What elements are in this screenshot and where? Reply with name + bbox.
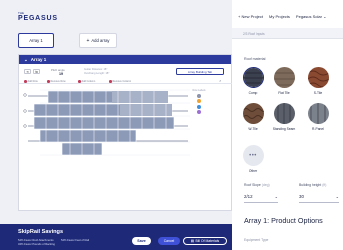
material-s-tile-label: S-Tile	[313, 91, 323, 95]
save-button[interactable]: Save	[132, 237, 151, 245]
material-r-panel-label: R-Panel	[312, 127, 324, 131]
building-height-unit: (ft)	[322, 183, 327, 187]
standing-seam-icon	[273, 103, 295, 124]
account-menu[interactable]: Pegasus Solar ⌄	[296, 14, 327, 19]
account-name: Pegasus Solar	[295, 14, 322, 19]
material-other-label: Other	[248, 169, 258, 173]
chevron-down-icon: ⌄	[323, 14, 327, 19]
material-comp[interactable]: Comp	[240, 67, 266, 95]
material-r-panel[interactable]: R-Panel	[305, 103, 331, 131]
roof-slope-unit: (deg)	[261, 183, 270, 187]
editor-pane: THE PEGASUS Array 1 + Add array ⌄ Array …	[0, 0, 233, 250]
row-legend: Row Labels	[190, 89, 208, 114]
legend-row-1[interactable]	[197, 93, 201, 98]
equipment-type-label: Equipment Type	[244, 238, 269, 242]
r-panel-icon	[307, 103, 329, 124]
legend-row-2[interactable]	[197, 99, 201, 103]
material-w-tile[interactable]: W-Tile	[240, 103, 266, 131]
legend-row-4[interactable]	[197, 110, 201, 114]
material-flat-tile[interactable]: Flat Tile	[271, 67, 297, 95]
document-icon: ▤	[190, 239, 194, 243]
material-flat-tile-label: Flat Tile	[278, 91, 290, 95]
roof-material-label: Roof material	[244, 57, 266, 61]
roof-inputs-tab[interactable]: 2/3 Roof Inputs	[232, 28, 343, 39]
building-height-select[interactable]: 30 ⌄	[299, 191, 339, 203]
new-project-link[interactable]: + New Project	[238, 14, 263, 19]
savings-racking: 34% Fewer Pounds of Racking	[18, 242, 55, 246]
cancel-button[interactable]: Cancel	[158, 237, 180, 245]
roof-slope-text: Roof Slope	[244, 183, 261, 187]
new-project-label: New Project	[241, 14, 264, 19]
roof-slope-value: 2/12	[244, 194, 253, 199]
more-icon: •••	[242, 145, 264, 166]
legend-row-3[interactable]	[197, 104, 201, 109]
flat-tile-icon	[273, 67, 295, 88]
product-options-title: Array 1: Product Options	[244, 216, 323, 225]
s-tile-icon	[307, 67, 329, 88]
savings-rail: 54% Fewer Feet of Rail	[61, 239, 90, 242]
w-tile-icon	[242, 103, 264, 124]
roof-inputs-label: 2/3 Roof Inputs	[243, 32, 265, 36]
building-height-label: Building height (ft)	[299, 183, 326, 187]
top-navigation: + New Project My Projects Pegasus Solar …	[238, 14, 326, 19]
building-height-text: Building height	[299, 183, 322, 187]
material-other[interactable]: ••• Other	[240, 145, 266, 173]
savings-title: SkipRail Savings	[18, 229, 64, 235]
my-projects-link[interactable]: My Projects	[269, 14, 290, 19]
row-legend-label: Row Labels	[192, 89, 206, 92]
comp-shingle-icon	[242, 67, 264, 88]
settings-pane: + New Project My Projects Pegasus Solar …	[232, 0, 343, 250]
material-s-tile[interactable]: S-Tile	[305, 67, 331, 95]
chevron-down-icon: ⌄	[274, 194, 278, 199]
roof-slope-label: Roof Slope (deg)	[244, 183, 270, 187]
material-standing-seam[interactable]: Standing Seam	[271, 103, 297, 131]
roof-slope-select[interactable]: 2/12 ⌄	[244, 191, 278, 203]
bill-of-materials-label: Bill Of Materials	[195, 239, 220, 243]
chevron-down-icon: ⌄	[335, 194, 339, 199]
material-w-tile-label: W-Tile	[248, 127, 258, 131]
bill-of-materials-button[interactable]: ▤ Bill Of Materials	[183, 237, 227, 245]
savings-bar: SkipRail Savings 54% Fewer Roof Attachme…	[0, 224, 232, 250]
material-comp-label: Comp	[248, 91, 258, 95]
material-standing-seam-label: Standing Seam	[272, 127, 296, 131]
building-height-value: 30	[299, 194, 304, 199]
